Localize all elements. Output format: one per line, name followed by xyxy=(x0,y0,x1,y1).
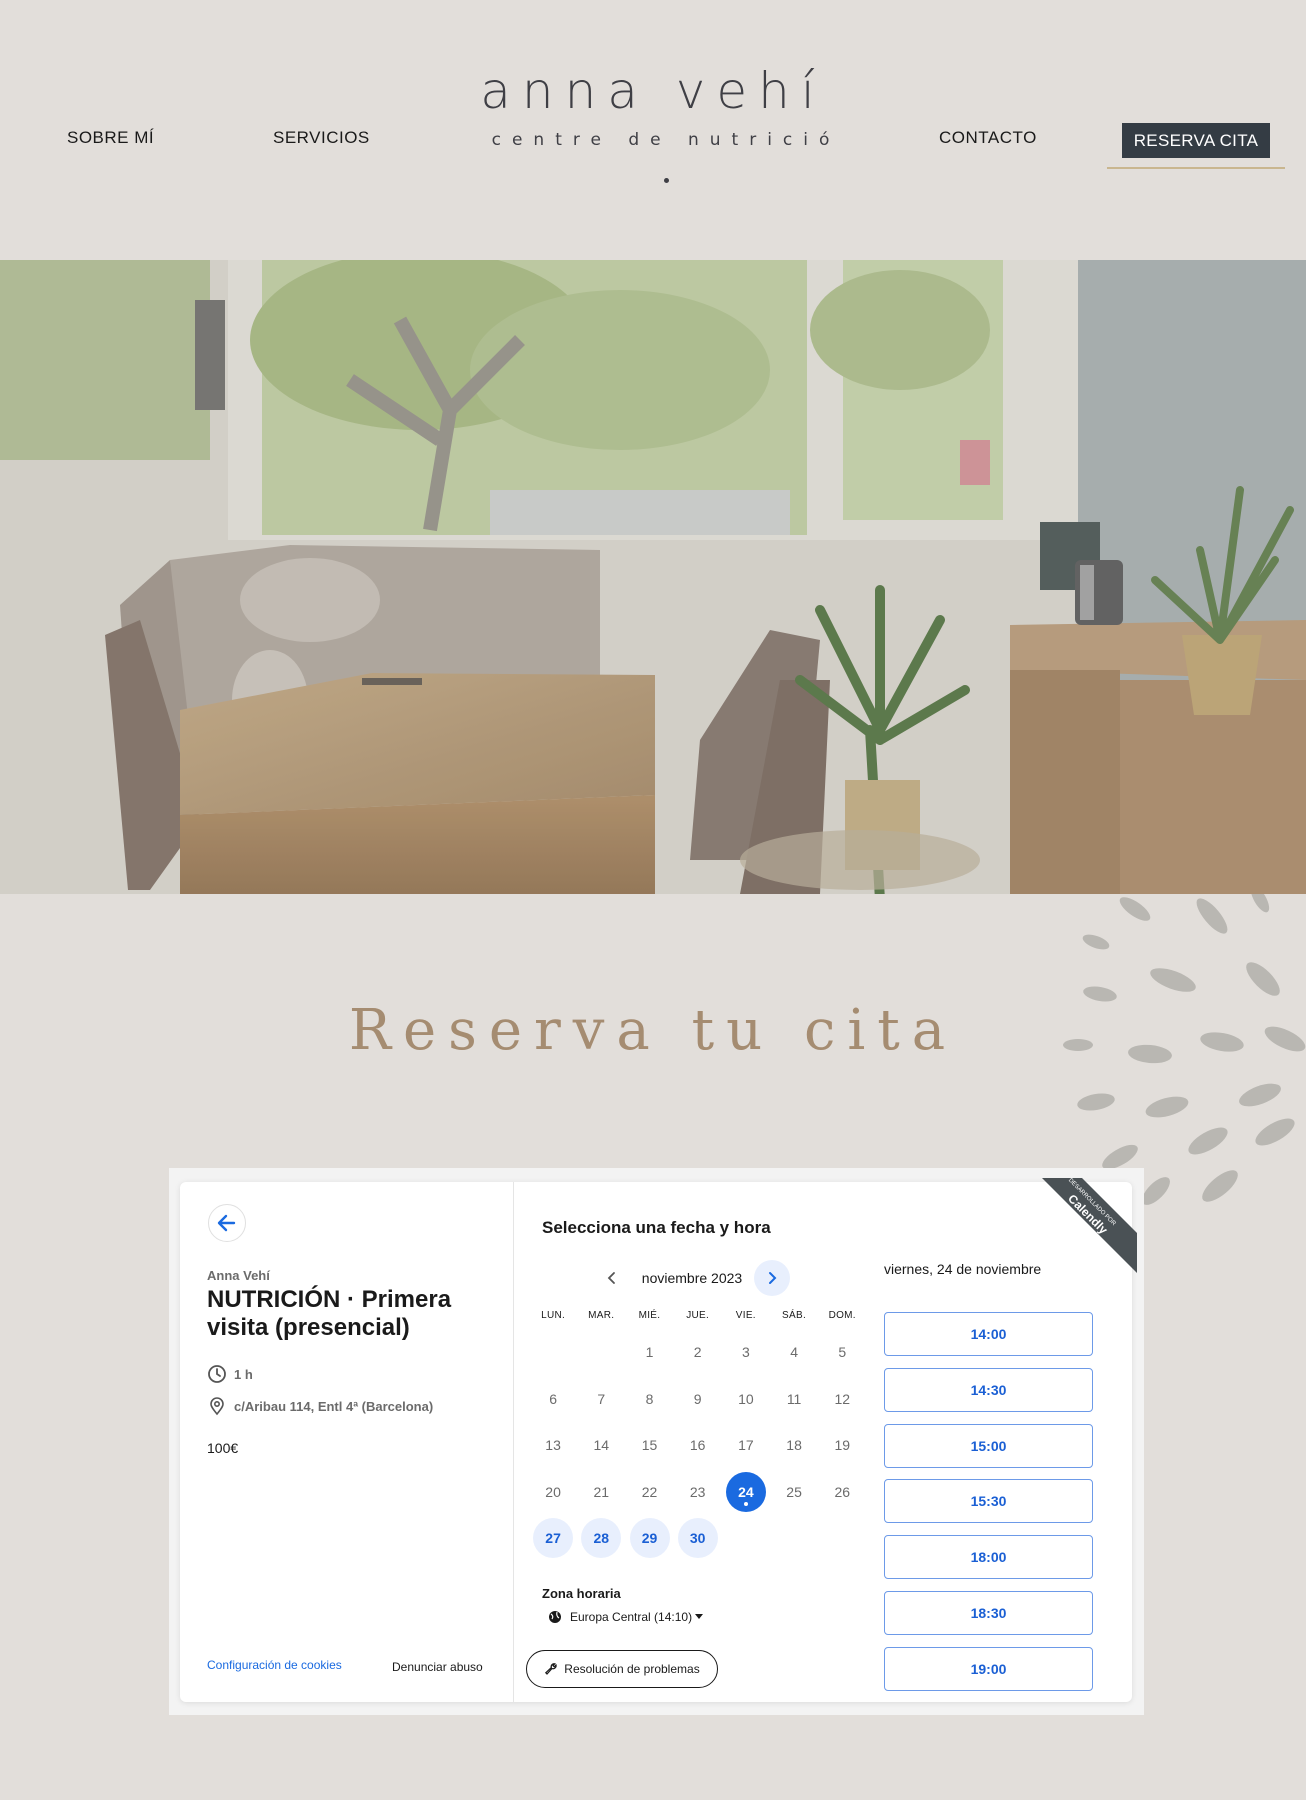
calendar-day-selected[interactable]: 24 xyxy=(725,1471,766,1512)
reserva-cita-button[interactable]: RESERVA CITA xyxy=(1122,123,1270,158)
calendar-day: 7 xyxy=(597,1390,606,1407)
globe-icon xyxy=(549,1611,561,1623)
duration-text: 1 h xyxy=(234,1366,253,1382)
time-slot-button[interactable]: 15:00 xyxy=(884,1423,1093,1468)
calendly-booking-widget: Anna Vehí NUTRICIÓN · Primera visita (pr… xyxy=(180,1182,1132,1702)
weekday-label: VIE. xyxy=(735,1310,756,1321)
location-pin-icon xyxy=(210,1397,224,1416)
calendar-day: 20 xyxy=(545,1483,561,1500)
weekday-label: MIÉ. xyxy=(638,1310,661,1321)
cta-underline xyxy=(1107,167,1285,169)
calendar-day[interactable]: 27 xyxy=(533,1518,574,1559)
month-navigation: noviembre 2023 xyxy=(594,1260,790,1296)
timezone-label: Zona horaria xyxy=(542,1586,621,1601)
organizer-name: Anna Vehí xyxy=(207,1268,270,1283)
event-details-pane: Anna Vehí NUTRICIÓN · Primera visita (pr… xyxy=(180,1182,514,1702)
calendar-day: 17 xyxy=(738,1437,754,1454)
timezone-selector[interactable]: Europa Central (14:10) xyxy=(548,1610,704,1624)
back-button[interactable] xyxy=(208,1204,246,1242)
calendar-day: 12 xyxy=(834,1390,851,1407)
calendar-day: 8 xyxy=(645,1390,654,1407)
next-month-button[interactable] xyxy=(754,1260,790,1296)
time-slot-button[interactable]: 18:30 xyxy=(884,1591,1093,1635)
calendar-day: 23 xyxy=(689,1483,706,1500)
weekday-label: JUE. xyxy=(686,1310,710,1321)
calendar-day: 21 xyxy=(593,1483,610,1500)
time-slot-button[interactable]: 14:00 xyxy=(884,1312,1093,1356)
chevron-right-icon xyxy=(769,1272,777,1284)
report-abuse-link[interactable]: Denunciar abuso xyxy=(392,1660,483,1674)
calendar-day: 6 xyxy=(549,1390,557,1407)
price: 100€ xyxy=(207,1440,239,1456)
time-slot-button[interactable]: 15:30 xyxy=(884,1479,1093,1524)
calendar-day: 16 xyxy=(689,1437,706,1454)
logo-title[interactable]: anna vehí xyxy=(0,62,1306,120)
location-text: c/Aribau 114, Entl 4ª (Barcelona) xyxy=(234,1398,434,1414)
time-slot-button[interactable]: 18:00 xyxy=(884,1535,1093,1580)
calendar-day: 9 xyxy=(693,1390,702,1407)
time-slot-button[interactable]: 14:30 xyxy=(884,1367,1093,1412)
weekday-label: MAR. xyxy=(588,1310,615,1321)
calendar-day: 19 xyxy=(834,1437,851,1454)
clock-icon xyxy=(208,1365,226,1383)
troubleshoot-button[interactable]: Resolución de problemas xyxy=(526,1650,718,1688)
location-row: c/Aribau 114, Entl 4ª (Barcelona) xyxy=(207,1396,433,1416)
calendar-day[interactable]: 29 xyxy=(629,1518,670,1559)
calendar-day: 25 xyxy=(786,1483,802,1500)
duration-row: 1 h xyxy=(207,1364,253,1384)
caret-down-icon xyxy=(695,1614,704,1619)
date-time-picker: Selecciona una fecha y hora noviembre 20… xyxy=(514,1182,1132,1702)
calendar-day[interactable]: 28 xyxy=(581,1518,622,1559)
hero-office-photo xyxy=(0,260,1306,894)
nav-contacto[interactable]: CONTACTO xyxy=(939,128,1037,148)
calendar-day: 13 xyxy=(545,1437,561,1454)
current-month: noviembre 2023 xyxy=(641,1270,743,1286)
calendar-day: 2 xyxy=(693,1344,702,1360)
logo-subtitle: centre de nutrició xyxy=(491,130,841,150)
troubleshoot-label: Resolución de problemas xyxy=(564,1662,700,1676)
event-name: NUTRICIÓN · Primera visita (presencial) xyxy=(207,1286,452,1341)
arrow-left-icon xyxy=(217,1214,236,1232)
selected-date-label: viernes, 24 de noviembre xyxy=(884,1261,1042,1277)
previous-month-button[interactable] xyxy=(594,1260,630,1296)
weekday-label: LUN. xyxy=(541,1310,566,1321)
calendar-day: 5 xyxy=(838,1344,847,1360)
weekday-header: LUN. MAR. MIÉ. JUE. VIE. SÁB. DOM. xyxy=(529,1310,867,1321)
weekday-label: SÁB. xyxy=(782,1310,807,1321)
calendar-day: 10 xyxy=(738,1390,754,1407)
cookie-settings-link[interactable]: Configuración de cookies xyxy=(207,1658,342,1672)
chevron-left-icon xyxy=(607,1272,615,1284)
calendar-day: 18 xyxy=(786,1437,802,1454)
calendar-day[interactable]: 30 xyxy=(677,1518,718,1559)
calendar-day: 11 xyxy=(786,1390,802,1407)
logo-dot xyxy=(664,178,669,183)
picker-title: Selecciona una fecha y hora xyxy=(542,1218,771,1237)
calendar-day: 3 xyxy=(741,1344,750,1360)
timezone-value: Europa Central (14:10) xyxy=(570,1610,693,1624)
calendar-day: 22 xyxy=(641,1483,658,1500)
weekday-label: DOM. xyxy=(828,1310,856,1321)
calendar-day: 15 xyxy=(641,1437,658,1454)
calendar-day: 14 xyxy=(593,1437,610,1454)
calendar-day: 26 xyxy=(834,1483,851,1500)
powered-by-calendly-badge[interactable]: DESARROLLADO POR Calendly xyxy=(1042,1178,1137,1273)
calendar-day: 4 xyxy=(790,1344,798,1360)
wrench-icon xyxy=(545,1663,557,1675)
time-slot-button[interactable]: 19:00 xyxy=(884,1646,1093,1691)
calendar-day: 1 xyxy=(645,1344,654,1360)
